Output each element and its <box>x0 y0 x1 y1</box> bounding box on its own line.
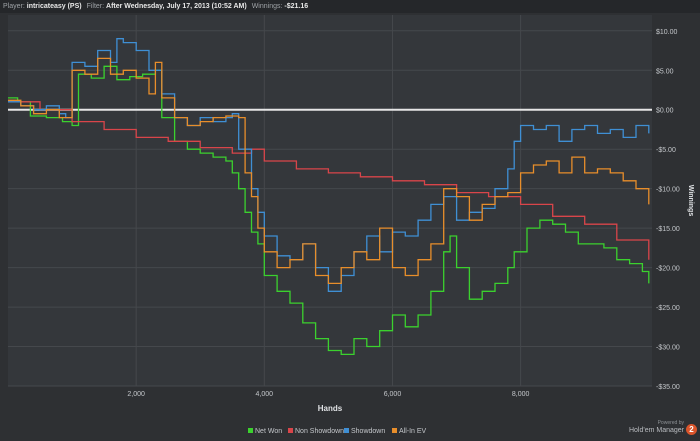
y-axis-ticks: $10.00 $5.00 $0.00 -$5.00 -$10.00 -$15.00 -$20… <box>656 29 680 391</box>
winnings-chart: $10.00 $5.00 $0.00 -$5.00 -$10.00 -$15.00 -$20… <box>8 15 694 435</box>
x-tick-label: 2,000 <box>127 391 145 398</box>
y-axis-label: Winnings <box>687 185 694 217</box>
legend-label: Net Won <box>255 428 282 435</box>
filter-label: Filter: <box>86 3 105 10</box>
winnings-value: -$21.16 <box>284 3 309 10</box>
x-axis-ticks: 2,000 4,000 6,000 8,000 <box>127 391 529 398</box>
x-tick-label: 4,000 <box>256 391 274 398</box>
legend-label: Showdown <box>351 428 385 435</box>
filter-value: After Wednesday, July 17, 2013 (10:52 AM… <box>106 3 247 10</box>
x-tick-label: 6,000 <box>384 391 402 398</box>
legend-label: Non Showdown <box>295 428 344 435</box>
legend-item-all-in-ev[interactable]: All-In EV <box>392 428 427 435</box>
y-tick-label: -$10.00 <box>656 187 680 194</box>
y-tick-label: -$25.00 <box>656 305 680 312</box>
brand-name: Hold'em Manager <box>628 427 684 434</box>
y-tick-label: $0.00 <box>656 108 674 115</box>
y-tick-label: $5.00 <box>656 68 674 75</box>
legend-item-showdown[interactable]: Showdown <box>344 428 385 435</box>
legend-swatch-icon <box>288 428 293 433</box>
player-value: intricateasy (PS) <box>26 3 82 10</box>
y-tick-label: -$35.00 <box>656 384 680 391</box>
brand: Powered by Hold'em Manager <box>629 419 684 435</box>
x-axis-label: Hands <box>318 404 343 413</box>
player-label: Player: <box>3 3 25 10</box>
y-tick-label: -$5.00 <box>656 147 676 154</box>
legend[interactable]: Net Won Non Showdown Showdown All-In EV <box>248 428 427 435</box>
y-tick-label: -$15.00 <box>656 226 680 233</box>
info-bar: Player: intricateasy (PS) Filter: After … <box>0 0 700 13</box>
powered-by-text: Powered by <box>657 420 684 426</box>
legend-swatch-icon <box>392 428 397 433</box>
legend-swatch-icon <box>344 428 349 433</box>
legend-item-net-won[interactable]: Net Won <box>248 428 282 435</box>
y-tick-label: -$30.00 <box>656 345 680 352</box>
x-tick-label: 8,000 <box>512 391 530 398</box>
hm2-logo-icon: 2 <box>686 424 697 435</box>
winnings-label: Winnings: <box>251 3 283 10</box>
legend-item-non-showdown[interactable]: Non Showdown <box>288 428 344 435</box>
y-tick-label: -$20.00 <box>656 266 680 273</box>
y-tick-label: $10.00 <box>656 29 678 36</box>
legend-swatch-icon <box>248 428 253 433</box>
legend-label: All-In EV <box>399 428 427 435</box>
